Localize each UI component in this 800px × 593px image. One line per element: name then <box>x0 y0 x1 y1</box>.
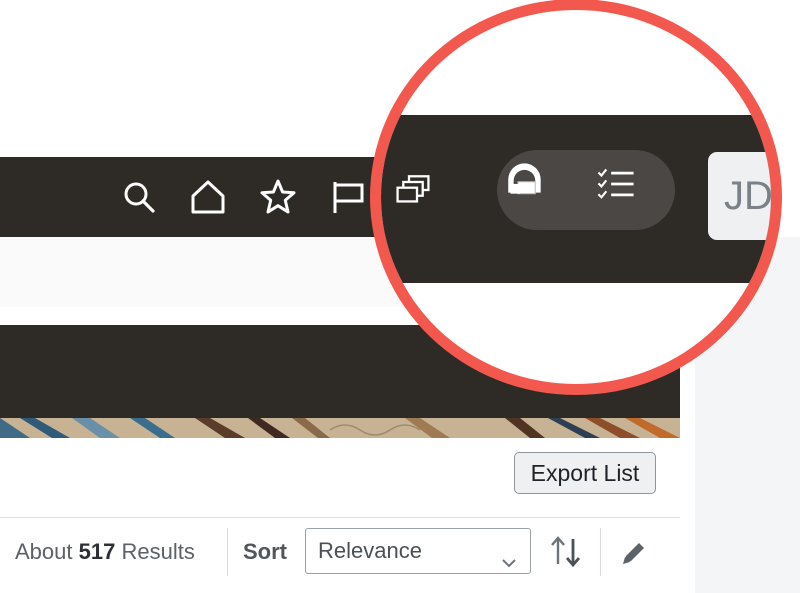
results-prefix: About <box>15 539 73 564</box>
divider <box>600 528 601 576</box>
results-suffix: Results <box>121 539 195 564</box>
edit-pencil-icon[interactable] <box>617 536 651 570</box>
windows-stack-icon[interactable] <box>393 170 463 230</box>
hero-banner-image <box>0 418 680 438</box>
sort-selected-value: Relevance <box>318 538 422 563</box>
assistant-toolbar-pill <box>497 150 675 230</box>
toolbar-divider <box>0 517 680 518</box>
export-list-button[interactable]: Export List <box>514 452 656 494</box>
magnified-callout: JD <box>381 10 771 384</box>
sort-direction-icon[interactable] <box>549 534 583 570</box>
search-icon[interactable] <box>119 177 159 217</box>
global-header <box>0 157 400 237</box>
sort-label: Sort <box>243 539 287 564</box>
flag-icon[interactable] <box>328 177 368 217</box>
divider <box>227 528 228 576</box>
results-count: About 517 Results <box>15 539 195 565</box>
home-icon[interactable] <box>188 177 228 217</box>
chevron-down-icon <box>500 543 518 568</box>
avatar[interactable]: JD <box>708 152 771 240</box>
checklist-icon[interactable] <box>596 164 662 218</box>
assistant-dome-icon[interactable] <box>505 158 579 224</box>
favorites-star-icon[interactable] <box>258 177 298 217</box>
results-number: 517 <box>78 539 116 564</box>
sort-select[interactable]: Relevance <box>305 528 531 574</box>
